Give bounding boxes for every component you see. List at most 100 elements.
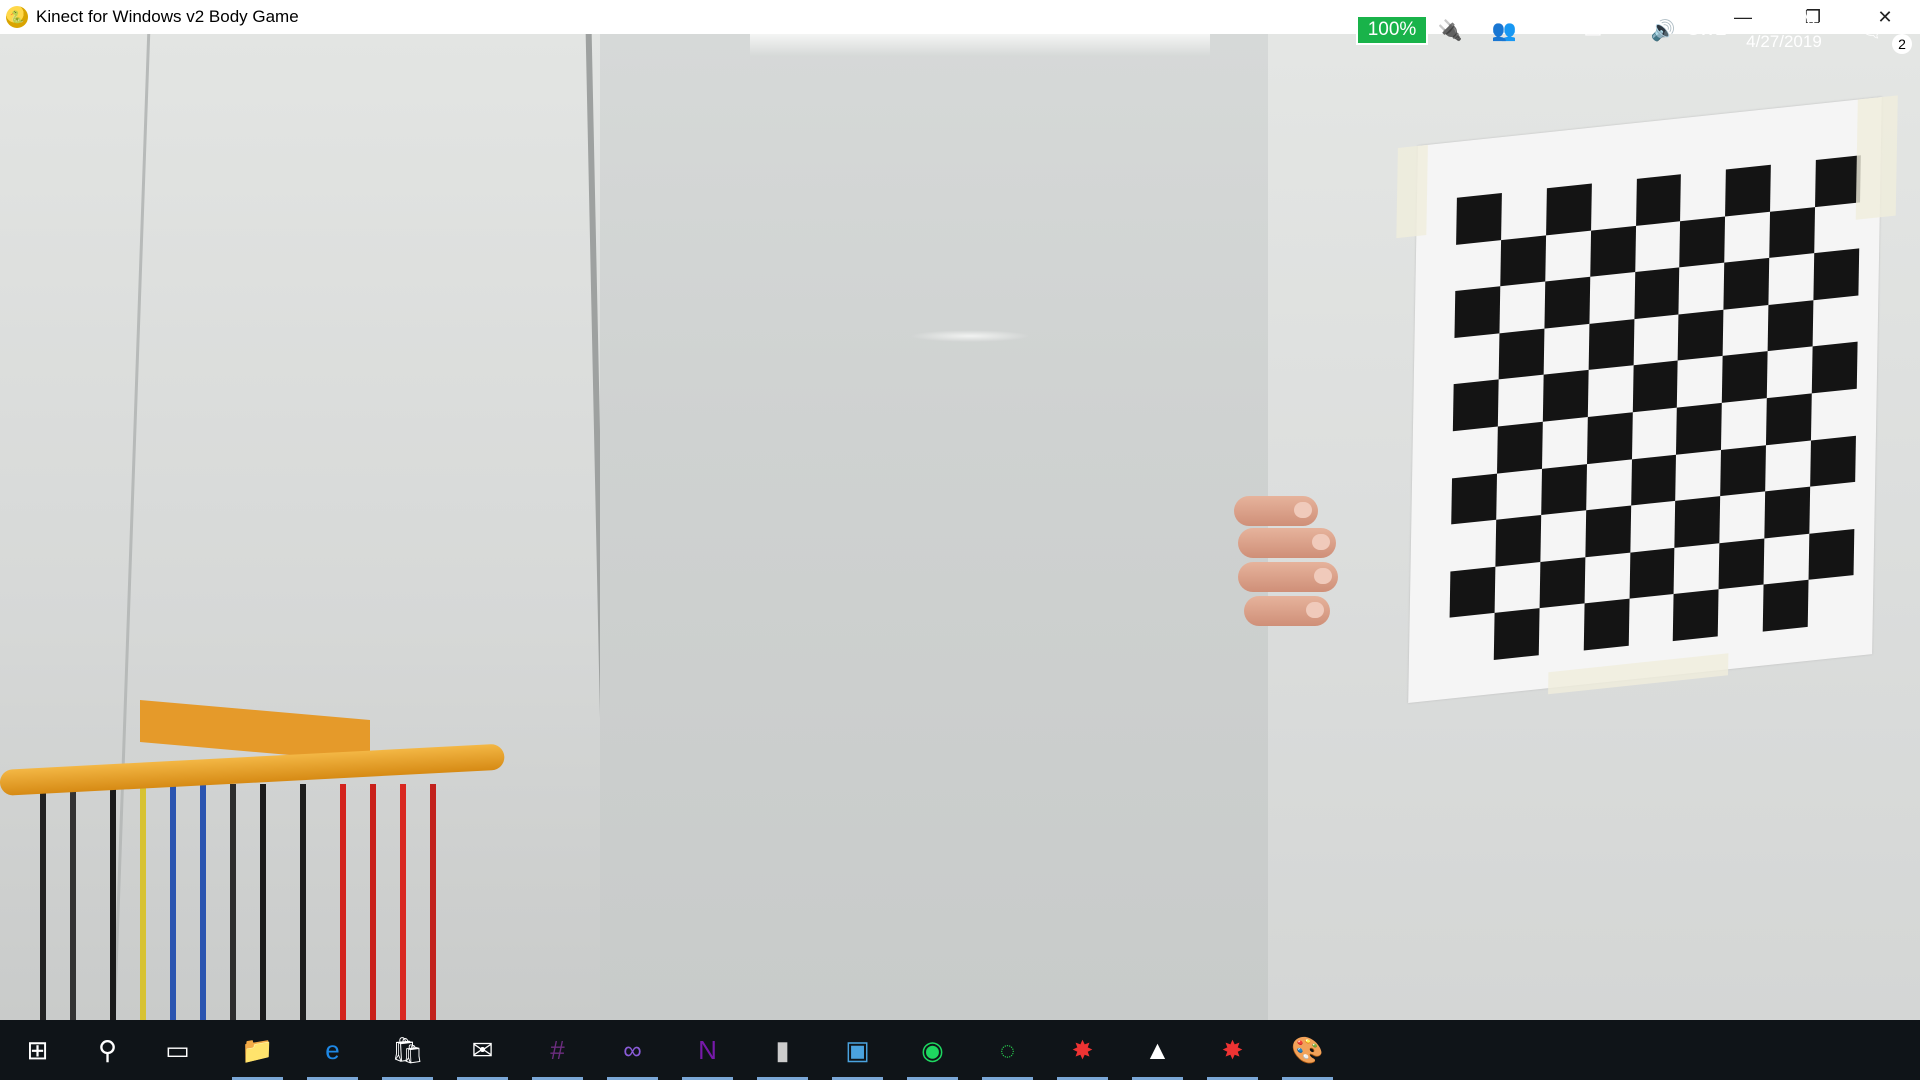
power-plug-icon: 🔌 — [1437, 19, 1463, 42]
spider-web-icon: ✸ — [1071, 1034, 1094, 1065]
volume-icon[interactable]: 🔊 — [1648, 0, 1678, 60]
edge-icon: e — [325, 1034, 340, 1065]
checker-square — [1723, 258, 1770, 310]
checker-square — [1720, 492, 1766, 543]
light-reflection — [910, 330, 1030, 342]
checker-square — [1815, 155, 1861, 207]
checker-square — [1542, 370, 1589, 422]
checker-square — [1674, 543, 1720, 594]
checker-square — [1813, 295, 1859, 346]
taskbar-start[interactable]: ⊞ — [0, 1020, 75, 1080]
taskbar-file-explorer[interactable]: 📁 — [220, 1020, 295, 1080]
taskbar-task-view[interactable]: ▭ — [140, 1020, 215, 1080]
spider-web-icon: ✸ — [1221, 1034, 1244, 1065]
checker-square — [1591, 179, 1637, 230]
checker-square — [1635, 221, 1681, 272]
people-icon[interactable]: 👥 — [1484, 0, 1524, 60]
store-icon: 🛍 — [390, 1034, 424, 1065]
taskbar-edge[interactable]: e — [295, 1020, 370, 1080]
checker-square — [1545, 230, 1591, 281]
checker-square — [1583, 599, 1630, 651]
checker-square — [1809, 482, 1855, 533]
taskbar-terminal[interactable]: ▮ — [745, 1020, 820, 1080]
taskbar-spotify[interactable]: ◉ — [895, 1020, 970, 1080]
checker-square — [1452, 379, 1499, 432]
taskbar-kinect-app-2[interactable]: ✸ — [1195, 1020, 1270, 1080]
calibration-checkerboard — [1396, 95, 1898, 703]
checker-square — [1629, 547, 1675, 600]
photos-icon: ▲ — [1144, 1034, 1171, 1065]
checker-square — [1545, 183, 1592, 236]
taskbar-control-panel[interactable]: ▣ — [820, 1020, 895, 1080]
wifi-icon[interactable]: ◠ — [1614, 0, 1644, 60]
light-reflection — [750, 34, 1210, 56]
taskbar-visual-studio[interactable]: ∞ — [595, 1020, 670, 1080]
language-indicator[interactable]: SWE — [1682, 0, 1732, 60]
checker-square — [1452, 427, 1498, 478]
checker-square — [1584, 552, 1630, 603]
checker-square — [1633, 267, 1680, 319]
checker-square — [1586, 412, 1633, 464]
checker-square — [1764, 486, 1811, 539]
checker-square — [1676, 402, 1723, 455]
checker-square — [1628, 594, 1674, 645]
taskbar-progress-app[interactable]: ◌ — [970, 1020, 1045, 1080]
taskbar: ⊞ ⚲ ▭ 📁 e 🛍 ✉ # ∞ N ▮ ▣ ◉ ◌ ✸ ▲ ✸ 🎨 — [0, 1020, 1920, 1080]
checker-square — [1543, 324, 1589, 375]
hand — [1234, 496, 1338, 666]
checker-square — [1496, 468, 1542, 519]
checker-square — [1810, 435, 1856, 487]
checker-square — [1808, 528, 1855, 581]
checker-square — [1542, 417, 1588, 468]
taskbar-paint[interactable]: 🎨 — [1270, 1020, 1345, 1080]
taskbar-slack[interactable]: # — [520, 1020, 595, 1080]
chevron-up-icon[interactable]: ⌃ — [1540, 0, 1570, 60]
slack-icon: # — [550, 1034, 565, 1065]
spotify-icon: ◉ — [921, 1034, 944, 1065]
taskbar-kinect-app-1[interactable]: ✸ — [1045, 1020, 1120, 1080]
checker-square — [1540, 510, 1586, 561]
checker-square — [1762, 580, 1809, 632]
checker-square — [1449, 566, 1496, 619]
checker-square — [1725, 164, 1772, 217]
action-center-icon[interactable]: 🗨 — [1852, 0, 1892, 60]
checker-square — [1587, 366, 1633, 417]
checker-square — [1450, 520, 1496, 571]
battery-indicator[interactable]: 100% — [1356, 15, 1428, 45]
checker-square — [1766, 393, 1812, 445]
checker-square — [1808, 575, 1854, 626]
checker-square — [1589, 272, 1635, 323]
python-app-icon: 🐍 — [6, 6, 28, 28]
checker-square — [1725, 211, 1771, 262]
taskbar-onenote[interactable]: N — [670, 1020, 745, 1080]
checker-square — [1501, 188, 1547, 239]
checker-square — [1814, 202, 1860, 253]
checker-square — [1540, 463, 1587, 516]
clock[interactable]: 3:59 PM 4/27/2019 — [1736, 6, 1832, 56]
window-title: Kinect for Windows v2 Body Game — [36, 7, 299, 26]
checker-square — [1449, 613, 1495, 664]
checker-square — [1500, 235, 1546, 287]
checker-square — [1498, 375, 1544, 426]
taskbar-mail[interactable]: ✉ — [445, 1020, 520, 1080]
checker-square — [1679, 216, 1726, 268]
checker-square — [1767, 300, 1814, 352]
checker-square — [1680, 169, 1726, 220]
folder-icon: 📁 — [241, 1034, 274, 1065]
checker-square — [1674, 496, 1721, 548]
task-view-icon: ▭ — [165, 1034, 190, 1065]
taskbar-search[interactable]: ⚲ — [70, 1020, 145, 1080]
checker-square — [1813, 248, 1860, 301]
checker-square — [1767, 347, 1813, 398]
camera-feed — [0, 34, 1920, 1020]
search-icon: ⚲ — [97, 1034, 118, 1065]
clock-date: 4/27/2019 — [1746, 32, 1822, 51]
taskbar-photos[interactable]: ▲ — [1120, 1020, 1195, 1080]
battery-icon[interactable]: ▭ — [1576, 0, 1610, 60]
taskbar-store[interactable]: 🛍 — [370, 1020, 445, 1080]
checker-square — [1765, 440, 1811, 491]
checker-square — [1673, 589, 1719, 642]
checker-square — [1544, 276, 1590, 329]
loading-ring-icon: ◌ — [999, 1034, 1016, 1065]
checker-square — [1721, 398, 1767, 449]
